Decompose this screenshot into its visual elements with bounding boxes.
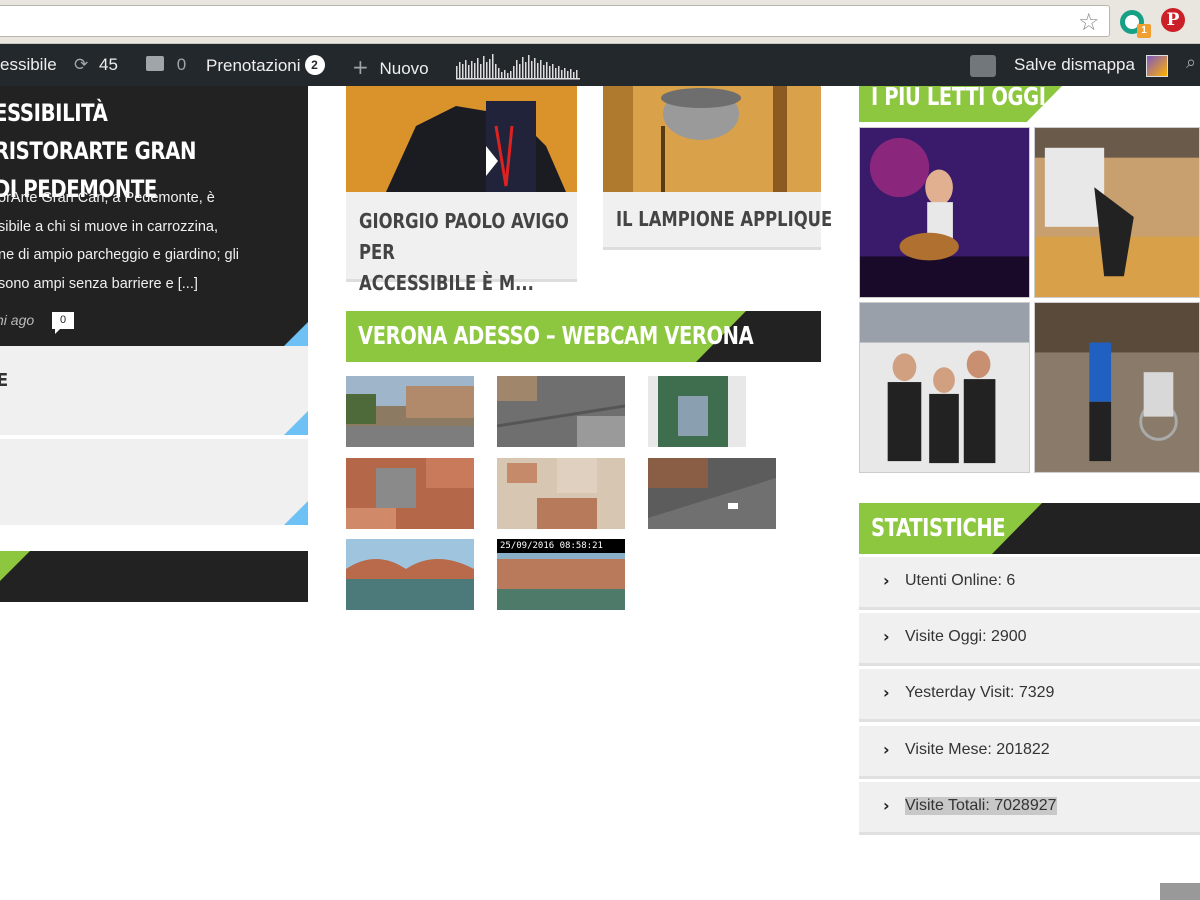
waveform-icon	[456, 54, 580, 80]
post-card[interactable]: Il lampione applique	[603, 86, 832, 250]
updates-link[interactable]: ⟳ 45	[74, 55, 118, 75]
left-section-header	[0, 551, 308, 602]
stat-item-users-online: › Utenti Online: 6	[859, 557, 1200, 610]
star-icon[interactable]: ☆	[1078, 8, 1100, 36]
most-read-header: I più letti oggi	[859, 86, 1200, 122]
webcam-thumbnail[interactable]	[648, 376, 746, 447]
webcam-thumbnail[interactable]	[346, 376, 474, 447]
stat-item-visits-total: › Visite Totali: 7028927	[859, 782, 1200, 835]
stat-item-yesterday-visit: › Yesterday Visit: 7329	[859, 669, 1200, 722]
corner-decoration	[284, 501, 308, 525]
comments-count: 0	[176, 55, 187, 74]
left-post-box[interactable]	[0, 439, 308, 525]
corner-decoration	[284, 322, 308, 346]
most-read-title: I più letti oggi	[871, 86, 1046, 111]
stat-text: Visite Mese: 201822	[905, 741, 1050, 758]
post-image[interactable]	[346, 86, 577, 192]
stat-text: Visite Oggi: 2900	[905, 628, 1027, 645]
webcam-thumbnail[interactable]	[497, 458, 625, 529]
left-post-date: ni ago	[0, 312, 35, 328]
new-content-link[interactable]: + Nuovo	[352, 55, 429, 79]
webcam-section-header: Verona adesso – Webcam Verona	[346, 311, 821, 362]
new-label: Nuovo	[379, 59, 429, 78]
stat-text: Visite Totali: 7028927	[905, 797, 1057, 815]
stat-text: Yesterday Visit: 7329	[905, 684, 1055, 701]
left-post-box[interactable]: E	[0, 346, 308, 435]
webcam-thumbnail[interactable]	[648, 458, 776, 529]
my-account-link[interactable]: Salve dismappa	[1014, 55, 1135, 75]
comments-link[interactable]: 0	[146, 55, 186, 75]
pinterest-extension-icon[interactable]: P	[1161, 8, 1185, 32]
most-read-thumbnail[interactable]	[859, 127, 1030, 298]
left-post-excerpt: orArte Gran Can, a Pedemonte, è sibile a…	[0, 190, 240, 292]
stat-item-visits-month: › Visite Mese: 201822	[859, 726, 1200, 779]
extension-badge: 1	[1137, 24, 1151, 38]
stat-item-visits-today: › Visite Oggi: 2900	[859, 613, 1200, 666]
most-read-thumbnail[interactable]	[1034, 127, 1200, 298]
green-accent	[0, 551, 30, 581]
plus-icon: +	[352, 55, 369, 79]
post-title[interactable]: Giorgio Paolo Avigo per Accessibile è m.…	[359, 206, 580, 299]
chevron-right-icon: ›	[883, 627, 890, 646]
left-box-title: E	[0, 370, 9, 391]
wp-admin-bar: essibile ⟳ 45 0 Prenotazioni 2 + Nuovo Sa…	[0, 44, 1200, 86]
chevron-right-icon: ›	[883, 571, 890, 590]
updates-count: 45	[98, 55, 118, 74]
search-icon[interactable]: ⌕	[1186, 52, 1196, 73]
browser-toolbar: ☆ 1 P	[0, 0, 1200, 44]
post-image[interactable]	[603, 86, 821, 192]
stat-text: Utenti Online: 6	[905, 572, 1016, 589]
back-to-top-button[interactable]	[1160, 883, 1200, 900]
refresh-icon: ⟳	[74, 55, 89, 75]
webcam-thumbnail[interactable]	[346, 458, 474, 529]
chevron-right-icon: ›	[883, 796, 890, 815]
chevron-right-icon: ›	[883, 683, 890, 702]
bookings-link[interactable]: Prenotazioni 2	[206, 55, 325, 76]
most-read-thumbnail[interactable]	[859, 302, 1030, 473]
webcam-timestamp-overlay: 25/09/2016 08:58:21	[497, 539, 625, 553]
stats-title: Statistiche	[871, 513, 1006, 542]
bookings-label: Prenotazioni	[206, 56, 301, 75]
address-bar[interactable]	[0, 5, 1110, 37]
post-title[interactable]: Il lampione applique	[616, 204, 837, 235]
chevron-right-icon: ›	[883, 740, 890, 759]
stats-section-header: Statistiche	[859, 503, 1200, 554]
corner-decoration	[284, 411, 308, 435]
webcam-section-title: Verona adesso – Webcam Verona	[358, 321, 754, 350]
webcam-timestamp: 25/09/2016 08:58:21	[497, 539, 625, 553]
most-read-thumbnail[interactable]	[1034, 302, 1200, 473]
comment-count-badge[interactable]: 0	[52, 312, 74, 334]
chat-icon[interactable]	[970, 55, 996, 77]
bookings-count: 2	[304, 55, 325, 75]
post-card[interactable]: Giorgio Paolo Avigo per Accessibile è m.…	[346, 86, 577, 295]
webcam-thumbnail[interactable]	[346, 539, 474, 610]
comment-icon	[146, 56, 164, 71]
avatar[interactable]	[1146, 55, 1168, 77]
webcam-thumbnail[interactable]	[497, 376, 625, 447]
site-name-link[interactable]: essibile	[0, 55, 57, 75]
left-featured-post: essibilità RistorArte Gran di Pedemonte …	[0, 86, 308, 346]
